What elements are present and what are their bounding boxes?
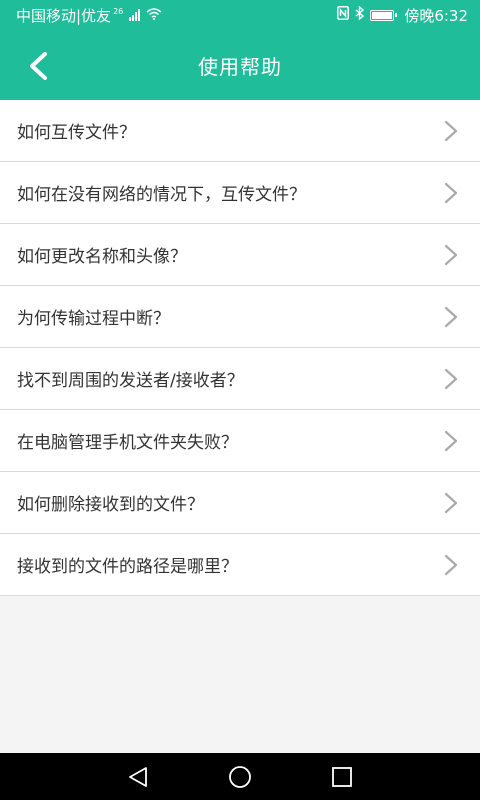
list-item-label: 如何互传文件？ [17,123,136,143]
recents-square-icon [332,767,352,787]
signal-icon [129,9,141,21]
status-bar: 中国移动|优友 26 傍晚6:32 [0,0,480,30]
list-item-label: 如何删除接收到的文件？ [17,495,204,515]
chevron-right-icon [444,554,458,575]
help-item-delete-received[interactable]: 如何删除接收到的文件？ [0,472,480,534]
status-right: 傍晚6:32 [337,5,468,26]
help-item-cannot-find-peers[interactable]: 找不到周围的发送者/接收者？ [0,348,480,410]
chevron-left-icon [30,52,47,80]
chevron-right-icon [444,182,458,203]
battery-icon [370,9,398,21]
nav-back-button[interactable] [125,764,151,790]
help-list: 如何互传文件？ 如何在没有网络的情况下，互传文件？ 如何更改名称和头像？ 为何传… [0,100,480,596]
chevron-right-icon [444,306,458,327]
help-item-transfer-interrupted[interactable]: 为何传输过程中断？ [0,286,480,348]
list-item-label: 如何更改名称和头像？ [17,247,187,267]
screen: 中国移动|优友 26 傍晚6:32 使用帮助 如何互传文件？ 如何在没有网络的情… [0,0,480,800]
nav-recents-button[interactable] [329,764,355,790]
status-left: 中国移动|优友 26 [16,5,162,26]
network-badge: 26 [113,6,124,16]
nav-home-button[interactable] [227,764,253,790]
chevron-right-icon [444,120,458,141]
help-item-pc-management-failed[interactable]: 在电脑管理手机文件夹失败？ [0,410,480,472]
list-item-label: 在电脑管理手机文件夹失败？ [17,433,238,453]
title-bar: 使用帮助 [0,30,480,100]
wifi-icon [146,6,162,24]
chevron-right-icon [444,492,458,513]
carrier-label: 中国移动|优友 [16,6,112,25]
page-title: 使用帮助 [198,54,282,79]
help-item-offline-transfer[interactable]: 如何在没有网络的情况下，互传文件？ [0,162,480,224]
home-circle-icon [229,766,251,788]
back-triangle-icon [129,767,147,787]
nfc-icon [337,6,350,24]
chevron-right-icon [444,368,458,389]
help-item-transfer-files[interactable]: 如何互传文件？ [0,100,480,162]
system-nav-bar [0,753,480,800]
list-item-label: 接收到的文件的路径是哪里？ [17,557,238,577]
list-item-label: 找不到周围的发送者/接收者？ [17,371,244,391]
chevron-right-icon [444,430,458,451]
help-item-change-name-avatar[interactable]: 如何更改名称和头像？ [0,224,480,286]
back-button[interactable] [18,46,58,86]
status-time: 傍晚6:32 [404,6,468,25]
list-item-label: 为何传输过程中断？ [17,309,170,329]
chevron-right-icon [444,244,458,265]
list-item-label: 如何在没有网络的情况下，互传文件？ [17,185,306,205]
bluetooth-icon [355,5,365,24]
help-item-received-path[interactable]: 接收到的文件的路径是哪里？ [0,534,480,596]
